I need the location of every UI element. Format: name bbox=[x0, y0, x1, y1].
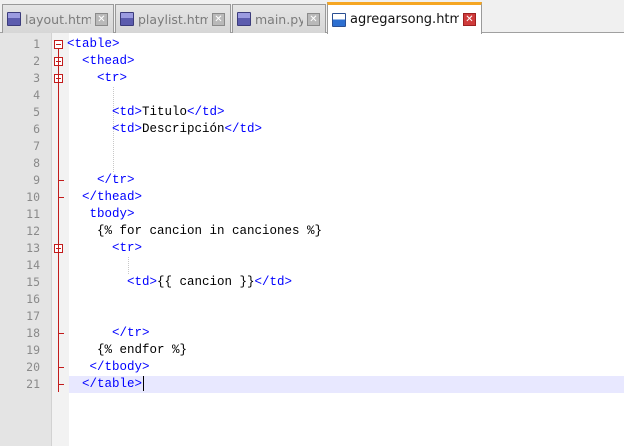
line-number: 12 bbox=[26, 224, 40, 238]
code-line[interactable]: 12 {% for cancion in canciones %} bbox=[0, 223, 624, 240]
code-line[interactable]: 13 <tr> bbox=[0, 240, 624, 257]
html-tag-token: </tr> bbox=[112, 326, 150, 340]
line-number: 18 bbox=[26, 326, 40, 340]
code-line[interactable]: 18 </tr> bbox=[0, 325, 624, 342]
code-line[interactable]: 6 <td>Descripción</td> bbox=[0, 121, 624, 138]
text-token: {{ cancion }} bbox=[157, 275, 255, 289]
code-text: </tr> bbox=[112, 325, 150, 342]
html-tag-token: </tbody> bbox=[89, 360, 150, 374]
line-number: 4 bbox=[33, 88, 40, 102]
current-line-highlight bbox=[69, 376, 624, 393]
line-number: 20 bbox=[26, 360, 40, 374]
text-token: {% for cancion in canciones %} bbox=[97, 224, 323, 238]
code-line[interactable]: 11 tbody> bbox=[0, 206, 624, 223]
code-line[interactable]: 15 <td>{{ cancion }}</td> bbox=[0, 274, 624, 291]
html-tag-token: <tr> bbox=[97, 71, 128, 85]
code-line[interactable]: 7 bbox=[0, 138, 624, 155]
code-line[interactable]: 16 bbox=[0, 291, 624, 308]
line-number: 13 bbox=[26, 241, 40, 255]
line-number: 16 bbox=[26, 292, 40, 306]
line-number: 8 bbox=[33, 156, 40, 170]
line-number: 5 bbox=[33, 105, 40, 119]
html-tag-token: <td> bbox=[112, 122, 143, 136]
code-text: <td>{{ cancion }}</td> bbox=[127, 274, 292, 291]
html-file-icon bbox=[120, 12, 134, 26]
code-line[interactable]: 3 <tr> bbox=[0, 70, 624, 87]
code-line[interactable]: 2 <thead> bbox=[0, 53, 624, 70]
html-tag-token: </table> bbox=[82, 377, 143, 391]
html-tag-token: </thead> bbox=[82, 190, 143, 204]
line-number: 11 bbox=[26, 207, 40, 221]
code-line[interactable]: 4 bbox=[0, 87, 624, 104]
code-line[interactable]: 5 <td>Titulo</td> bbox=[0, 104, 624, 121]
saved-file-icon bbox=[332, 12, 346, 27]
tab-label: agregarsong.html bbox=[350, 12, 459, 27]
code-line[interactable]: 20 </tbody> bbox=[0, 359, 624, 376]
code-text: <tr> bbox=[97, 70, 127, 87]
editor-window: layout.html ✕ playlist.html ✕ main.py ✕ … bbox=[0, 0, 624, 446]
tab-label: layout.html bbox=[25, 11, 91, 27]
line-number: 3 bbox=[33, 71, 40, 85]
line-number: 9 bbox=[33, 173, 40, 187]
tab-label: playlist.html bbox=[138, 11, 208, 27]
code-text: </thead> bbox=[82, 189, 142, 206]
code-text: <thead> bbox=[82, 53, 135, 70]
code-text: {% for cancion in canciones %} bbox=[97, 223, 322, 240]
html-tag-token: </td> bbox=[187, 105, 225, 119]
code-line[interactable]: 21 </table> bbox=[0, 376, 624, 393]
line-number: 21 bbox=[26, 377, 40, 391]
line-number: 14 bbox=[26, 258, 40, 272]
line-number: 15 bbox=[26, 275, 40, 289]
html-tag-token: </tr> bbox=[97, 173, 135, 187]
tab-main-py[interactable]: main.py ✕ bbox=[232, 4, 326, 33]
close-icon[interactable]: ✕ bbox=[212, 12, 225, 26]
code-line[interactable]: 1 <table> bbox=[0, 36, 624, 53]
html-tag-token: <td> bbox=[112, 105, 143, 119]
close-icon[interactable]: ✕ bbox=[307, 12, 320, 26]
html-tag-token: </td> bbox=[224, 122, 263, 136]
tab-bar: layout.html ✕ playlist.html ✕ main.py ✕ … bbox=[0, 0, 624, 34]
code-text: tbody> bbox=[90, 206, 135, 223]
code-line[interactable]: 17 bbox=[0, 308, 624, 325]
code-line[interactable]: 14 bbox=[0, 257, 624, 274]
code-line[interactable]: 8 bbox=[0, 155, 624, 172]
code-text: <td>Titulo</td> bbox=[112, 104, 225, 121]
html-tag-token: </td> bbox=[254, 275, 293, 289]
code-line[interactable]: 10 </thead> bbox=[0, 189, 624, 206]
code-text: {% endfor %} bbox=[97, 342, 187, 359]
python-file-icon bbox=[237, 12, 251, 26]
code-line[interactable]: 19 {% endfor %} bbox=[0, 342, 624, 359]
html-tag-token: <table> bbox=[67, 37, 120, 51]
line-number: 7 bbox=[33, 139, 40, 153]
tab-agregarsong-html[interactable]: agregarsong.html ✕ bbox=[327, 2, 482, 34]
html-tag-token: <td> bbox=[127, 275, 158, 289]
html-tag-token: tbody> bbox=[89, 207, 135, 221]
html-file-icon bbox=[7, 12, 21, 26]
code-text: </table> bbox=[82, 376, 145, 393]
code-editor[interactable]: 1 <table> 2 <thead> 3 <tr> 4 5 <td>Titulo</td> 6 <… bbox=[0, 33, 624, 446]
code-text: </tr> bbox=[97, 172, 135, 189]
close-icon[interactable]: ✕ bbox=[463, 13, 476, 26]
html-tag-token: <thead> bbox=[82, 54, 135, 68]
tab-label: main.py bbox=[255, 11, 303, 27]
line-number: 10 bbox=[26, 190, 40, 204]
line-number: 1 bbox=[33, 37, 40, 51]
code-text: <td>Descripción</td> bbox=[112, 121, 262, 138]
text-token: Descripción bbox=[142, 122, 225, 136]
close-icon[interactable]: ✕ bbox=[95, 12, 108, 26]
code-text: <tr> bbox=[112, 240, 142, 257]
line-number: 19 bbox=[26, 343, 40, 357]
line-number: 6 bbox=[33, 122, 40, 136]
tab-playlist-html[interactable]: playlist.html ✕ bbox=[115, 4, 231, 33]
code-line[interactable]: 9 </tr> bbox=[0, 172, 624, 189]
text-token: Titulo bbox=[142, 105, 188, 119]
tab-layout-html[interactable]: layout.html ✕ bbox=[2, 4, 114, 33]
line-number: 17 bbox=[26, 309, 40, 323]
text-caret bbox=[143, 376, 145, 392]
html-tag-token: <tr> bbox=[112, 241, 143, 255]
code-text: <table> bbox=[67, 36, 120, 53]
text-token: {% endfor %} bbox=[97, 343, 188, 357]
code-text: </tbody> bbox=[90, 359, 150, 376]
line-number: 2 bbox=[33, 54, 40, 68]
